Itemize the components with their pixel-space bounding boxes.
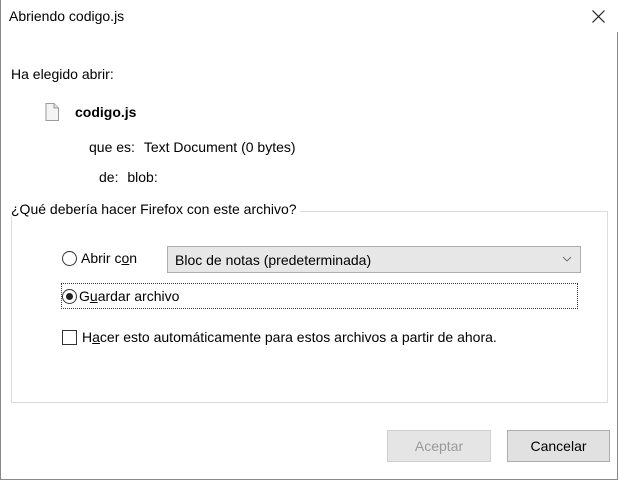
chevron-down-icon: [562, 256, 572, 262]
file-type-row: que es: Text Document (0 bytes): [89, 139, 296, 155]
save-file-option[interactable]: Guardar archivo: [62, 288, 179, 304]
file-source-label: de:: [99, 169, 119, 185]
save-file-label: Guardar archivo: [79, 288, 180, 304]
auto-checkbox[interactable]: [62, 329, 77, 345]
close-icon: [591, 9, 605, 23]
file-source-value: blob:: [127, 169, 158, 185]
intro-text: Ha elegido abrir:: [11, 66, 114, 82]
file-type-value: Text Document (0 bytes): [143, 139, 296, 155]
application-select[interactable]: Bloc de notas (predeterminada): [167, 246, 581, 273]
file-source-row: de: blob:: [99, 169, 158, 185]
save-file-radio[interactable]: [62, 288, 77, 304]
window-title: Abriendo codigo.js: [9, 8, 125, 24]
open-with-label: Abrir con: [81, 250, 138, 266]
close-button[interactable]: [578, 0, 618, 32]
cancel-button[interactable]: Cancelar: [507, 430, 610, 462]
application-select-value: Bloc de notas (predeterminada): [175, 251, 372, 268]
open-with-option[interactable]: Abrir con: [62, 250, 137, 266]
action-group-legend: ¿Qué debería hacer Firefox con este arch…: [11, 201, 300, 217]
file-type-label: que es:: [89, 139, 135, 155]
title-bar: Abriendo codigo.js: [1, 0, 618, 32]
document-icon: [45, 103, 59, 121]
auto-label: Hacer esto automáticamente para estos ar…: [82, 329, 497, 345]
file-info: codigo.js: [45, 103, 136, 121]
accept-button[interactable]: Aceptar: [387, 430, 491, 462]
file-name: codigo.js: [75, 104, 137, 120]
open-with-radio[interactable]: [62, 250, 77, 266]
auto-option[interactable]: Hacer esto automáticamente para estos ar…: [62, 329, 497, 345]
download-dialog: Abriendo codigo.js Ha elegido abrir: cod…: [0, 0, 618, 480]
